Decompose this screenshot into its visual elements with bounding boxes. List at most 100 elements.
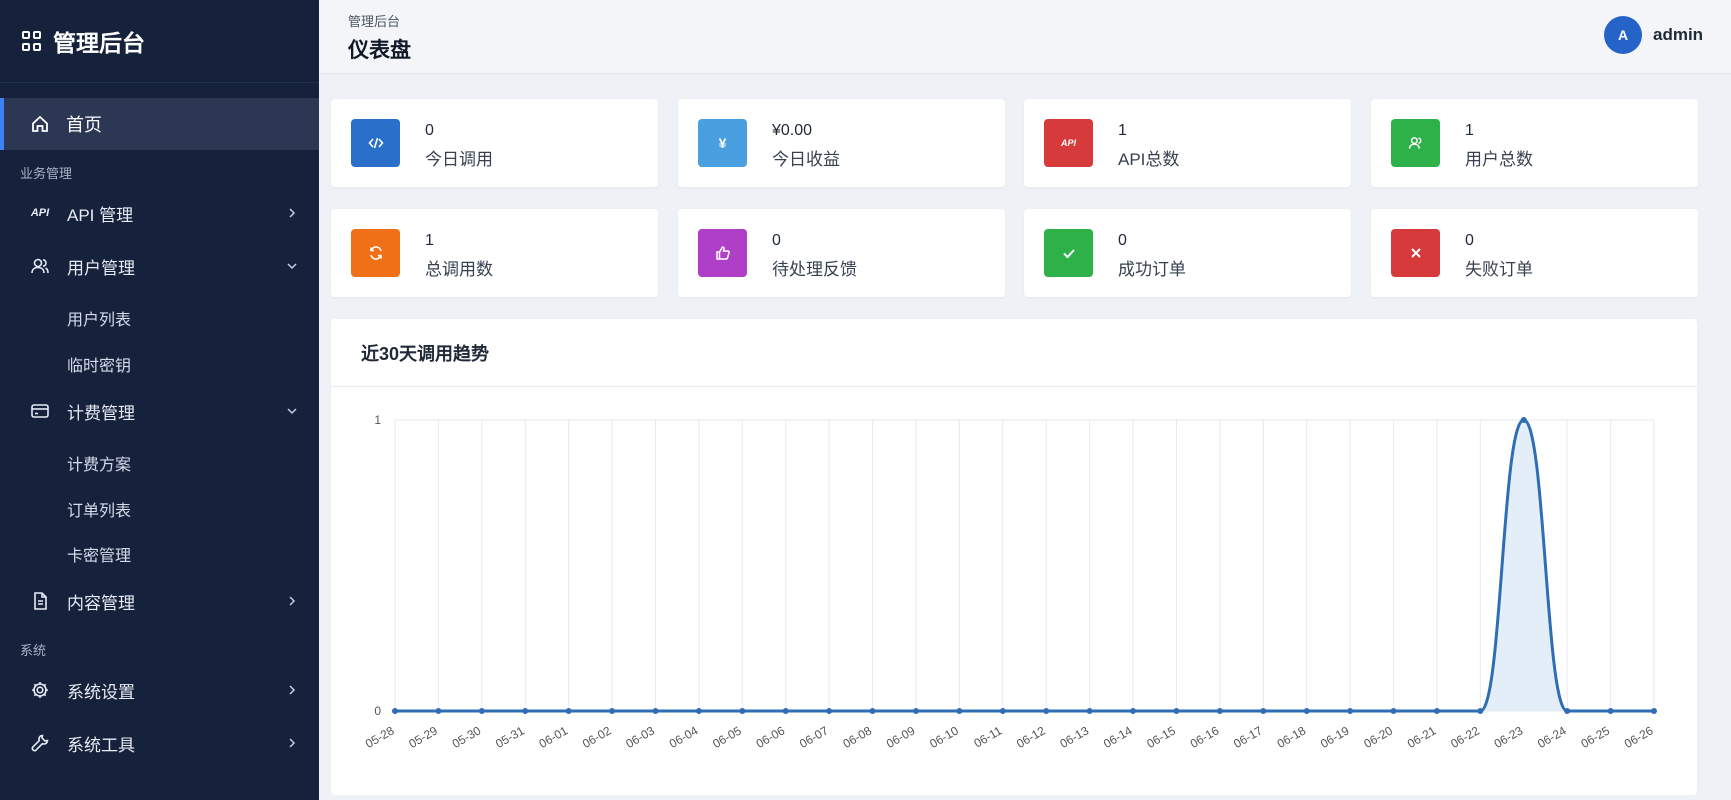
username[interactable]: admin bbox=[1653, 25, 1703, 45]
x-tick-label: 06-19 bbox=[1318, 723, 1352, 751]
sidebar-item-user-list[interactable]: 用户列表 bbox=[67, 306, 131, 330]
data-point bbox=[1477, 708, 1484, 714]
chart-panel: 近30天调用趋势 0 1 05-28 05-29 05-30 05-31 06-01 06-0… bbox=[331, 319, 1697, 795]
x-tick-label: 05-31 bbox=[493, 723, 527, 751]
stat-label: 待处理反馈 bbox=[772, 260, 857, 279]
data-point bbox=[1651, 708, 1657, 714]
sidebar-item-cards[interactable]: 卡密管理 bbox=[67, 542, 131, 566]
stat-value: 0 bbox=[1118, 232, 1127, 249]
stat-label: 成功订单 bbox=[1118, 260, 1186, 279]
stat-value: 0 bbox=[772, 232, 781, 249]
chevron-down-icon bbox=[287, 263, 297, 270]
data-point bbox=[826, 708, 833, 714]
x-tick-label: 06-16 bbox=[1188, 723, 1222, 751]
data-point bbox=[782, 708, 789, 714]
stat-value: 1 bbox=[1118, 122, 1127, 139]
sidebar-item-settings[interactable]: 系统设置 bbox=[0, 668, 319, 712]
thumbs-up-icon bbox=[698, 229, 747, 277]
x-tick-label: 06-14 bbox=[1101, 723, 1135, 751]
data-point bbox=[1173, 708, 1180, 714]
data-point bbox=[522, 708, 529, 714]
sidebar-item-label: API 管理 bbox=[67, 205, 134, 225]
sidebar-item-label: 计费管理 bbox=[67, 403, 135, 423]
chevron-right-icon bbox=[289, 685, 296, 695]
sidebar-item-label: 用户管理 bbox=[67, 258, 135, 278]
stat-value: 1 bbox=[1465, 122, 1474, 139]
sidebar-item-home[interactable]: 首页 bbox=[0, 98, 319, 150]
top-header: 管理后台 仪表盘 A admin bbox=[319, 0, 1731, 74]
code-icon bbox=[351, 119, 400, 167]
x-tick-label: 06-23 bbox=[1492, 723, 1526, 751]
credit-card-icon bbox=[30, 401, 50, 421]
stat-card-user-total: 1 用户总数 bbox=[1371, 99, 1698, 187]
stat-card-success-orders: 0 成功订单 bbox=[1024, 209, 1351, 297]
x-tick-label: 06-12 bbox=[1014, 723, 1048, 751]
chevron-right-icon bbox=[289, 208, 296, 218]
x-tick-label: 06-21 bbox=[1405, 723, 1439, 751]
sidebar-item-users[interactable]: 用户管理 bbox=[0, 244, 319, 288]
stat-value: 1 bbox=[425, 232, 434, 249]
stat-card-today-calls: 0 今日调用 bbox=[331, 99, 658, 187]
chevron-right-icon bbox=[289, 738, 296, 748]
data-point bbox=[392, 708, 398, 714]
chart-panel-header: 近30天调用趋势 bbox=[331, 319, 1697, 387]
data-point bbox=[652, 708, 659, 714]
sidebar-item-label: 系统设置 bbox=[67, 682, 135, 702]
data-point bbox=[1564, 708, 1571, 714]
data-point bbox=[478, 708, 485, 714]
sidebar-item-billing[interactable]: 计费管理 bbox=[0, 389, 319, 433]
data-point bbox=[1303, 708, 1310, 714]
stat-card-api-total: API 1 API总数 bbox=[1024, 99, 1351, 187]
stat-card-failed-orders: 0 失败订单 bbox=[1371, 209, 1698, 297]
data-point bbox=[435, 708, 442, 714]
x-tick-label: 06-06 bbox=[754, 723, 788, 751]
x-tick-label: 06-11 bbox=[971, 723, 1004, 750]
data-point bbox=[1086, 708, 1093, 714]
chevron-right-icon bbox=[289, 596, 296, 606]
x-tick-label: 06-01 bbox=[537, 723, 571, 751]
data-point bbox=[956, 708, 963, 714]
x-tick-label: 06-07 bbox=[797, 723, 831, 751]
home-icon bbox=[30, 114, 50, 134]
x-tick-label: 06-25 bbox=[1578, 723, 1612, 751]
stat-label: 今日收益 bbox=[772, 150, 840, 169]
data-point bbox=[739, 708, 746, 714]
stat-value: 0 bbox=[1465, 232, 1474, 249]
sidebar-item-temp-keys[interactable]: 临时密钥 bbox=[67, 352, 131, 376]
data-point bbox=[1130, 708, 1137, 714]
sidebar-item-orders[interactable]: 订单列表 bbox=[67, 497, 131, 521]
sidebar-item-content[interactable]: 内容管理 bbox=[0, 579, 319, 623]
stat-card-total-calls: 1 总调用数 bbox=[331, 209, 658, 297]
data-point bbox=[912, 708, 919, 714]
x-tick-label: 06-24 bbox=[1535, 723, 1569, 751]
data-point bbox=[869, 708, 876, 714]
stat-label: 总调用数 bbox=[425, 260, 493, 279]
x-tick-label: 06-22 bbox=[1448, 723, 1482, 751]
x-tick-label: 06-18 bbox=[1275, 723, 1309, 751]
series-line bbox=[395, 418, 1654, 713]
x-tick-label: 06-04 bbox=[667, 723, 701, 751]
stat-label: 用户总数 bbox=[1465, 150, 1533, 169]
trend-chart: 0 1 05-28 05-29 05-30 05-31 06-01 06-02 06-03 06-… bbox=[363, 413, 1657, 751]
data-point bbox=[1347, 708, 1354, 714]
x-tick-label: 06-08 bbox=[840, 723, 874, 751]
y-tick-label: 0 bbox=[374, 704, 381, 718]
sidebar-item-tools[interactable]: 系统工具 bbox=[0, 721, 319, 765]
data-point bbox=[1520, 417, 1527, 423]
brand[interactable]: 管理后台 bbox=[0, 0, 319, 83]
api-icon: API bbox=[30, 207, 50, 219]
gear-icon bbox=[30, 680, 50, 700]
sidebar-item-api[interactable]: API API 管理 bbox=[0, 191, 319, 235]
avatar[interactable]: A bbox=[1604, 16, 1642, 54]
data-point bbox=[1260, 708, 1267, 714]
breadcrumb[interactable]: 管理后台 bbox=[348, 11, 400, 30]
stat-label: 失败订单 bbox=[1465, 260, 1533, 279]
sidebar-item-plans[interactable]: 计费方案 bbox=[67, 451, 131, 475]
data-point bbox=[999, 708, 1006, 714]
x-tick-label: 06-05 bbox=[710, 723, 744, 751]
x-tick-label: 06-13 bbox=[1058, 723, 1092, 751]
document-icon bbox=[30, 591, 50, 611]
x-tick-label: 06-17 bbox=[1231, 723, 1265, 751]
data-point bbox=[1433, 708, 1440, 714]
stat-card-pending-feedback: 0 待处理反馈 bbox=[678, 209, 1005, 297]
